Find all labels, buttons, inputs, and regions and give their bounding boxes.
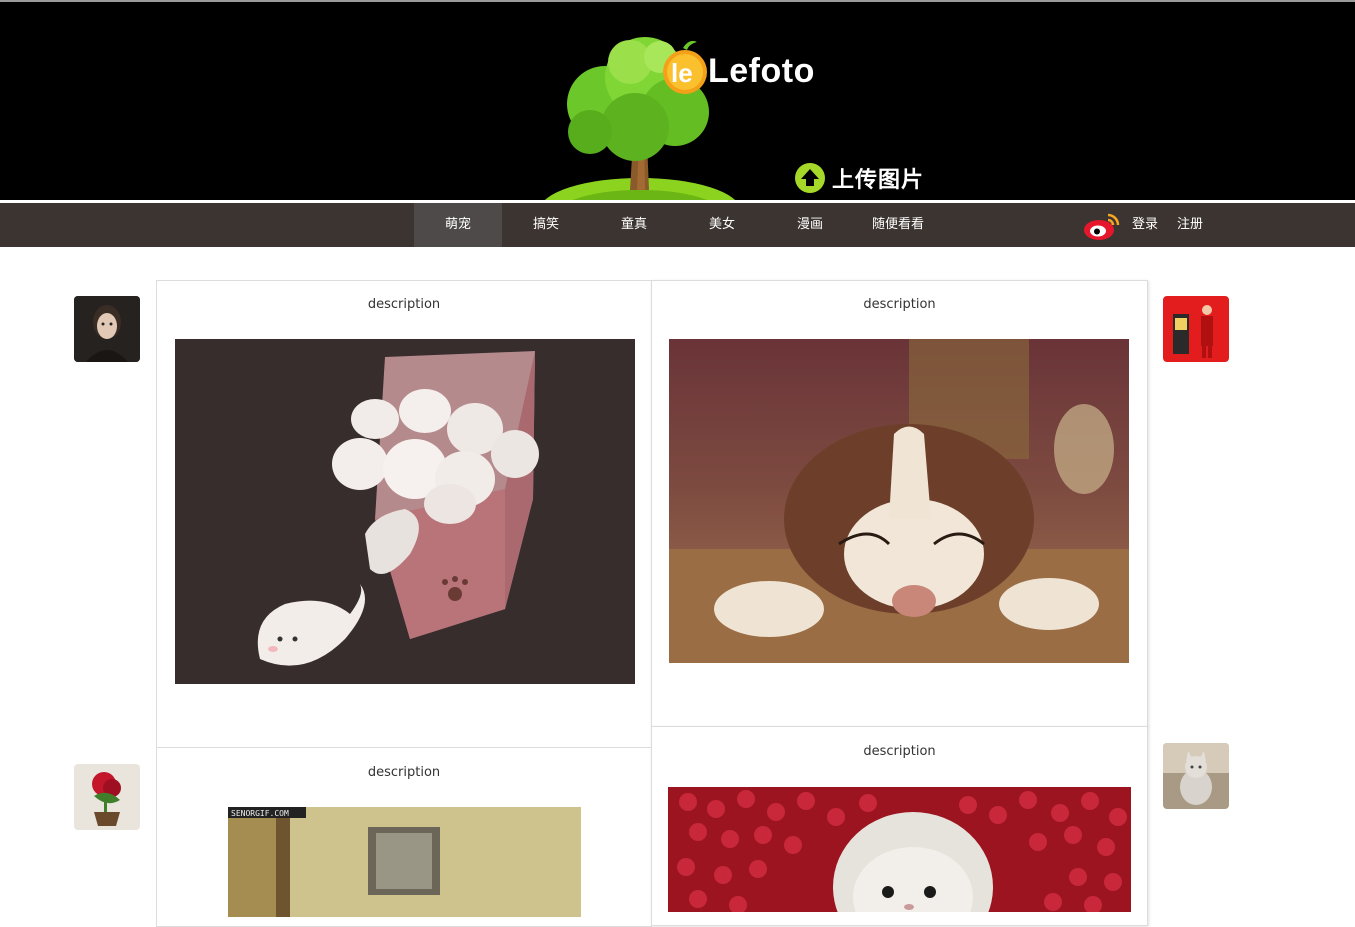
card-image-puppy[interactable] (669, 339, 1129, 663)
card-image-kittens[interactable] (175, 339, 635, 684)
thumb-cat-sculpture[interactable] (1163, 743, 1229, 809)
red-flower-image (74, 764, 140, 830)
nav-item-beauty[interactable]: 美女 (678, 203, 766, 247)
nav-item-random[interactable]: 随便看看 (854, 203, 942, 247)
sleeping-puppy-photo (669, 339, 1129, 663)
kittens-box-illustration (175, 339, 635, 684)
register-link[interactable]: 注册 (1177, 203, 1203, 247)
brand-name[interactable]: Lefoto (708, 52, 815, 91)
card-image-hamster[interactable] (668, 787, 1131, 912)
thumb-red-comic[interactable] (1163, 296, 1229, 362)
nav-item-funny[interactable]: 搞笑 (502, 203, 590, 247)
login-link[interactable]: 登录 (1132, 203, 1158, 247)
card-image-gif[interactable]: SENORGIF.COM (228, 807, 581, 917)
svg-text:le: le (671, 58, 693, 88)
nav-item-comics[interactable]: 漫画 (766, 203, 854, 247)
card-description: description (367, 765, 441, 780)
red-comic-image (1163, 296, 1229, 362)
photo-card: description (156, 280, 652, 748)
upload-button[interactable]: 上传图片 (794, 162, 924, 194)
photo-card: description SENORGIF.COM (156, 747, 652, 927)
cat-door-gif: SENORGIF.COM (228, 807, 581, 917)
hamster-berries-photo (668, 787, 1131, 912)
girl-portrait-image (74, 296, 140, 362)
thumb-red-flower[interactable] (74, 764, 140, 830)
nav-item-pets[interactable]: 萌宠 (414, 203, 502, 247)
cat-sculpture-image (1163, 743, 1229, 809)
card-description: description (863, 744, 936, 759)
card-description: description (367, 297, 441, 312)
photo-card: description (651, 280, 1148, 727)
header-banner: le Lefoto 上传图片 (0, 0, 1355, 202)
category-nav: 萌宠 搞笑 童真 美女 漫画 随便看看 登录 注册 (0, 203, 1355, 247)
card-description: description (863, 297, 936, 312)
weibo-icon[interactable] (1083, 211, 1121, 241)
upload-label: 上传图片 (832, 168, 925, 193)
nav-item-kids[interactable]: 童真 (590, 203, 678, 247)
upload-arrow-icon (795, 163, 825, 193)
svg-text:SENORGIF.COM: SENORGIF.COM (231, 809, 289, 818)
photo-card: description (651, 726, 1148, 926)
thumb-girl-portrait[interactable] (74, 296, 140, 362)
